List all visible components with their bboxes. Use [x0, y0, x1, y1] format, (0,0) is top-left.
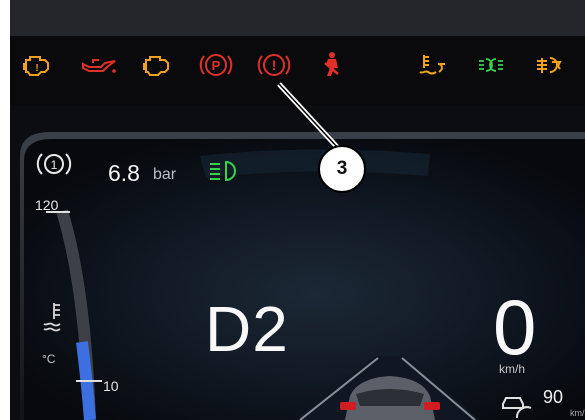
oil-pressure-icon	[80, 50, 118, 80]
coolant-level-icon	[418, 50, 448, 80]
svg-text:1: 1	[51, 158, 58, 172]
callout-label: 3	[318, 145, 366, 193]
cruise-speed: 90	[543, 387, 564, 407]
cruise-unit: km/h	[570, 408, 585, 418]
seatbelt-warning-icon	[316, 50, 346, 80]
parking-lights-icon	[476, 50, 506, 80]
tire-pressure-value: 6.8	[108, 160, 140, 186]
check-engine-icon	[142, 50, 172, 80]
svg-text:!: !	[272, 57, 277, 73]
brake-warning-icon: !	[256, 50, 292, 80]
speed-readout: 0	[493, 283, 537, 371]
gauge-top-label: 120	[35, 197, 59, 213]
tire-pressure-unit: bar	[153, 166, 177, 183]
gauge-bottom-label: 10	[103, 378, 119, 394]
svg-text:!: !	[35, 63, 38, 74]
temperature-unit: °C	[42, 352, 56, 366]
check-engine-icon: !	[22, 50, 52, 80]
rear-fog-light-icon	[534, 50, 564, 80]
instrument-cluster-screenshot: ! P ! 1 3 6.8 bar 120 10 °C D2 0 km/h 90…	[0, 0, 585, 420]
parking-brake-icon: P	[198, 50, 234, 80]
svg-text:P: P	[212, 58, 221, 73]
top-strip	[10, 0, 585, 36]
speed-unit: km/h	[499, 362, 526, 376]
gear-indicator: D2	[205, 293, 289, 365]
